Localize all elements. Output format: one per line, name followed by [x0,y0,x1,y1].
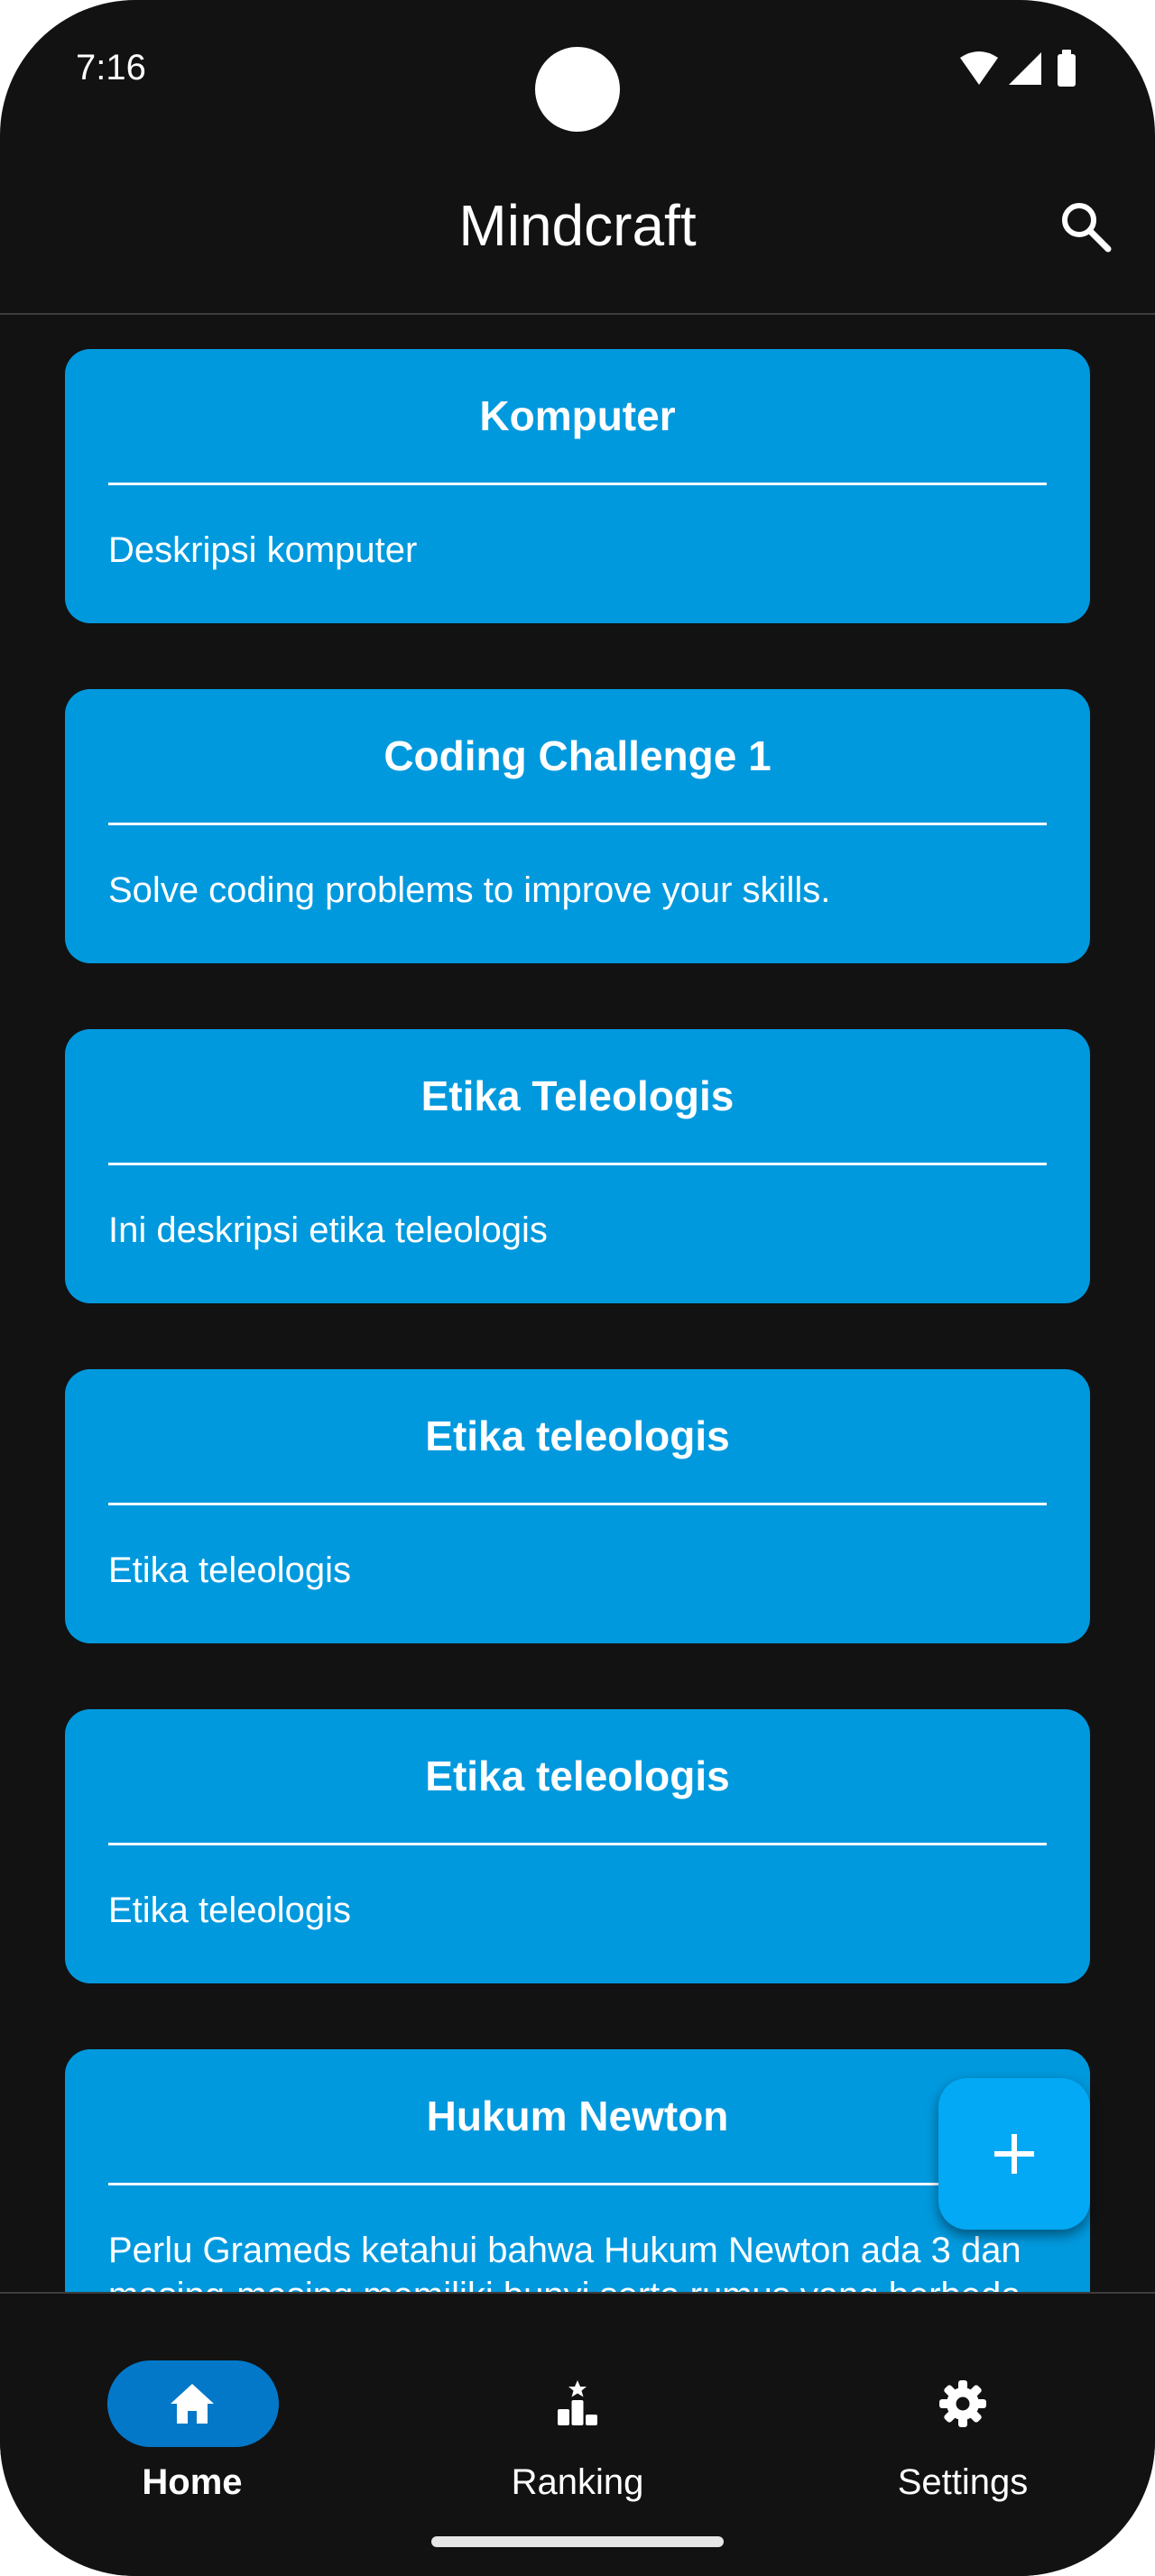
card-divider [108,483,1047,485]
card-description: Etika teleologis [108,1891,352,1930]
camera-cutout [535,47,620,132]
home-indicator [431,2536,724,2547]
home-icon [171,2384,214,2424]
nav-item-home[interactable]: Home [57,2326,328,2507]
card-divider [108,1843,1047,1845]
card-divider [108,1503,1047,1505]
gear-icon [939,2380,986,2427]
app-title: Mindcraft [458,193,697,258]
quiz-card[interactable]: Etika Teleologis Ini deskripsi etika tel… [65,1029,1090,1303]
card-divider [108,1163,1047,1165]
quiz-list[interactable]: Komputer Deskripsi komputer Coding Chall… [0,315,1155,2292]
phone-screen: 7:16 Mindcraft Komputer Deskripsi komput… [0,0,1155,2576]
add-quiz-button[interactable] [938,2078,1090,2230]
plus-icon [994,2134,1034,2174]
card-divider [108,2183,1047,2185]
quiz-card[interactable]: Komputer Deskripsi komputer [65,349,1090,623]
wifi-icon [960,50,1076,87]
card-description: Perlu Grameds ketahui bahwa Hukum Newton… [108,2231,1021,2292]
quiz-card[interactable]: Coding Challenge 1 Solve coding problems… [65,689,1090,963]
status-time: 7:16 [76,48,146,87]
quiz-card[interactable]: Etika teleologis Etika teleologis [65,1369,1090,1643]
nav-label-ranking: Ranking [511,2462,644,2502]
card-description: Solve coding problems to improve your sk… [108,870,831,910]
card-description: Ini deskripsi etika teleologis [108,1210,548,1250]
quiz-card[interactable]: Etika teleologis Etika teleologis [65,1709,1090,1983]
search-icon [1062,203,1112,253]
card-title: Etika teleologis [425,1753,730,1799]
podium-icon [558,2380,597,2425]
nav-label-settings: Settings [897,2462,1029,2502]
quiz-card[interactable]: Hukum Newton Perlu Grameds ketahui bahwa… [65,2049,1090,2292]
card-description: Etika teleologis [108,1550,352,1590]
nav-item-ranking[interactable]: Ranking [442,2326,713,2507]
card-title: Hukum Newton [426,2093,729,2139]
card-title: Etika teleologis [425,1412,730,1459]
card-description: Deskripsi komputer [108,530,418,570]
card-title: Komputer [479,392,676,439]
status-icons [956,49,1083,90]
card-title: Etika Teleologis [420,1072,735,1119]
card-divider [108,823,1047,825]
search-button[interactable] [1058,198,1115,256]
card-title: Coding Challenge 1 [383,732,772,779]
nav-item-settings[interactable]: Settings [827,2326,1098,2507]
bottom-navigation: Home Ranking Settings [0,2294,1155,2576]
nav-label-home: Home [142,2462,243,2502]
